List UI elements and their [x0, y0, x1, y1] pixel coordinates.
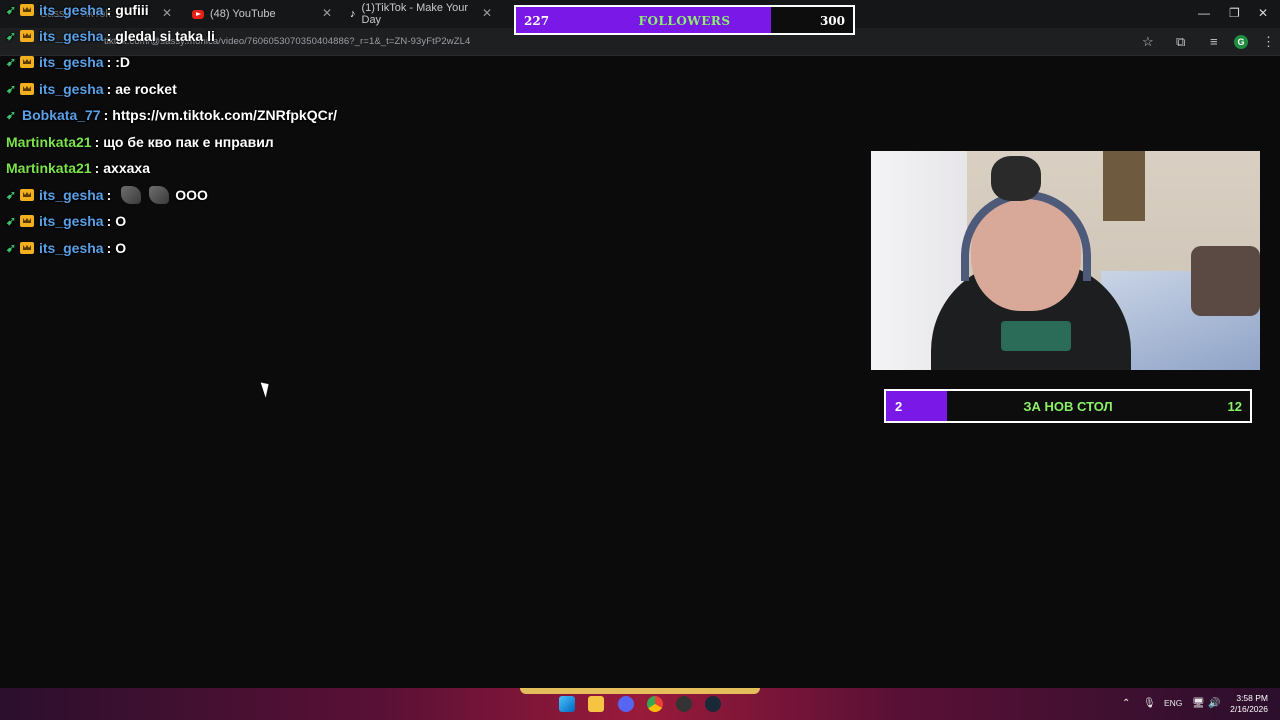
steam-icon[interactable]: [705, 696, 721, 712]
file-explorer-icon[interactable]: [588, 696, 604, 712]
level-arrow-icon: ➹: [6, 108, 17, 122]
menu-icon[interactable]: ⋮: [1262, 34, 1275, 50]
chrome-icon[interactable]: [647, 696, 663, 712]
close-window-icon[interactable]: ✕: [1258, 6, 1268, 20]
extensions-icon[interactable]: ⧉: [1176, 34, 1185, 50]
media-control-icon[interactable]: ≡: [1210, 34, 1218, 49]
tab-youtube[interactable]: (48) YouTube ✕: [182, 2, 340, 26]
bookmark-star-icon[interactable]: ☆: [1142, 34, 1154, 50]
chat-message: ➹ its_gesha : ae rocket: [6, 78, 177, 100]
chat-text: O: [115, 213, 127, 229]
youtube-icon: [192, 9, 204, 19]
tab-label: (1)TikTok - Make Your Day: [361, 2, 469, 26]
chat-text: O: [115, 240, 127, 256]
level-arrow-icon: ➹: [6, 3, 17, 17]
chat-text: аххаха: [103, 160, 150, 176]
chat-colon: :: [106, 2, 112, 18]
restore-icon[interactable]: ❐: [1229, 6, 1240, 20]
mouse-cursor-icon: [260, 380, 273, 398]
followers-target: 300: [819, 14, 845, 28]
chat-colon: :: [106, 28, 112, 44]
crown-icon: [20, 30, 34, 42]
chat-message: ➹ its_gesha : O: [6, 210, 126, 232]
chat-username: Martinkata21: [6, 160, 92, 176]
chat-message: ➹ its_gesha : OOO: [6, 184, 208, 206]
chat-username: its_gesha: [39, 28, 104, 44]
tray-chevron-icon[interactable]: ⌃: [1122, 698, 1130, 709]
chat-username: its_gesha: [39, 213, 104, 229]
chat-username: its_gesha: [39, 54, 104, 70]
clock-date: 2/16/2026: [1230, 704, 1268, 714]
chat-message: Martinkata21 : аххаха: [6, 157, 150, 179]
table-goal-title: ЗА НОВ СТОЛ: [1023, 399, 1113, 414]
table-goal-bar: 2 ЗА НОВ СТОЛ 12: [884, 389, 1252, 423]
level-arrow-icon: ➹: [6, 214, 17, 228]
chat-username: its_gesha: [39, 81, 104, 97]
chat-message: ➹ its_gesha : :D: [6, 51, 130, 73]
chat-colon: :: [94, 160, 100, 176]
emote-icon: [121, 186, 142, 204]
table-goal-target: 12: [1227, 399, 1242, 414]
chat-username: its_gesha: [39, 2, 104, 18]
close-tab-icon[interactable]: ✕: [322, 6, 332, 20]
level-arrow-icon: ➹: [6, 55, 17, 69]
app-icon[interactable]: [676, 696, 692, 712]
clock-time: 3:58 PM: [1236, 693, 1268, 703]
crown-icon: [20, 242, 34, 254]
followers-goal-title: FOLLOWERS: [638, 14, 731, 28]
crown-icon: [20, 83, 34, 95]
chat-message: ➹ Bobkata_77 : https://vm.tiktok.com/ZNR…: [6, 104, 337, 126]
tab-tiktok[interactable]: ♪ (1)TikTok - Make Your Day ✕: [340, 2, 500, 26]
tiktok-icon: ♪: [350, 8, 356, 20]
webcam-feed: [871, 151, 1260, 370]
chat-message: ➹ its_gesha : O: [6, 237, 126, 259]
followers-goal-bar: 227 FOLLOWERS 300: [514, 5, 855, 35]
discord-icon[interactable]: [618, 696, 634, 712]
crown-icon: [20, 56, 34, 68]
emote-icon: [149, 186, 170, 204]
chat-message: ➹ its_gesha : gledal si taka li: [6, 25, 215, 47]
minimize-icon[interactable]: —: [1198, 6, 1210, 20]
chat-colon: :: [94, 134, 100, 150]
language-indicator[interactable]: ENG: [1164, 698, 1182, 708]
crown-icon: [20, 4, 34, 16]
taskbar-glow: [520, 688, 760, 694]
chat-link[interactable]: https://vm.tiktok.com/ZNRfpkQCr/: [112, 107, 337, 123]
chat-colon: :: [106, 213, 112, 229]
chat-colon: :: [106, 187, 112, 203]
clock[interactable]: 3:58 PM 2/16/2026: [1224, 693, 1268, 715]
chat-username: its_gesha: [39, 240, 104, 256]
chat-text: gledal si taka li: [115, 28, 215, 44]
chat-colon: :: [106, 54, 112, 70]
chat-colon: :: [103, 107, 109, 123]
volume-icon[interactable]: 🔊: [1208, 698, 1220, 709]
profile-avatar[interactable]: G: [1234, 35, 1248, 49]
microphone-icon[interactable]: 🎙: [1143, 698, 1156, 709]
chat-text: gufiii: [115, 2, 149, 18]
network-icon[interactable]: 🖥: [1192, 698, 1205, 709]
level-arrow-icon: ➹: [6, 82, 17, 96]
chat-colon: :: [106, 240, 112, 256]
chat-text: що бе кво пак е нправил: [103, 134, 274, 150]
chat-username: Bobkata_77: [22, 107, 101, 123]
chat-text: :D: [115, 54, 131, 70]
close-tab-icon[interactable]: ✕: [162, 6, 172, 20]
level-arrow-icon: ➹: [6, 188, 17, 202]
chat-username: its_gesha: [39, 187, 104, 203]
chat-text: OOO: [175, 187, 208, 203]
chat-message: Martinkata21 : що бе кво пак е нправил: [6, 131, 274, 153]
chat-text: ae rocket: [115, 81, 177, 97]
chat-colon: :: [106, 81, 112, 97]
tab-label: (48) YouTube: [210, 8, 276, 20]
level-arrow-icon: ➹: [6, 241, 17, 255]
close-tab-icon[interactable]: ✕: [482, 6, 492, 20]
chat-username: Martinkata21: [6, 134, 92, 150]
crown-icon: [20, 215, 34, 227]
level-arrow-icon: ➹: [6, 29, 17, 43]
chat-message: ➹ its_gesha : gufiii: [6, 0, 149, 21]
crown-icon: [20, 189, 34, 201]
start-button-icon[interactable]: [559, 696, 575, 712]
